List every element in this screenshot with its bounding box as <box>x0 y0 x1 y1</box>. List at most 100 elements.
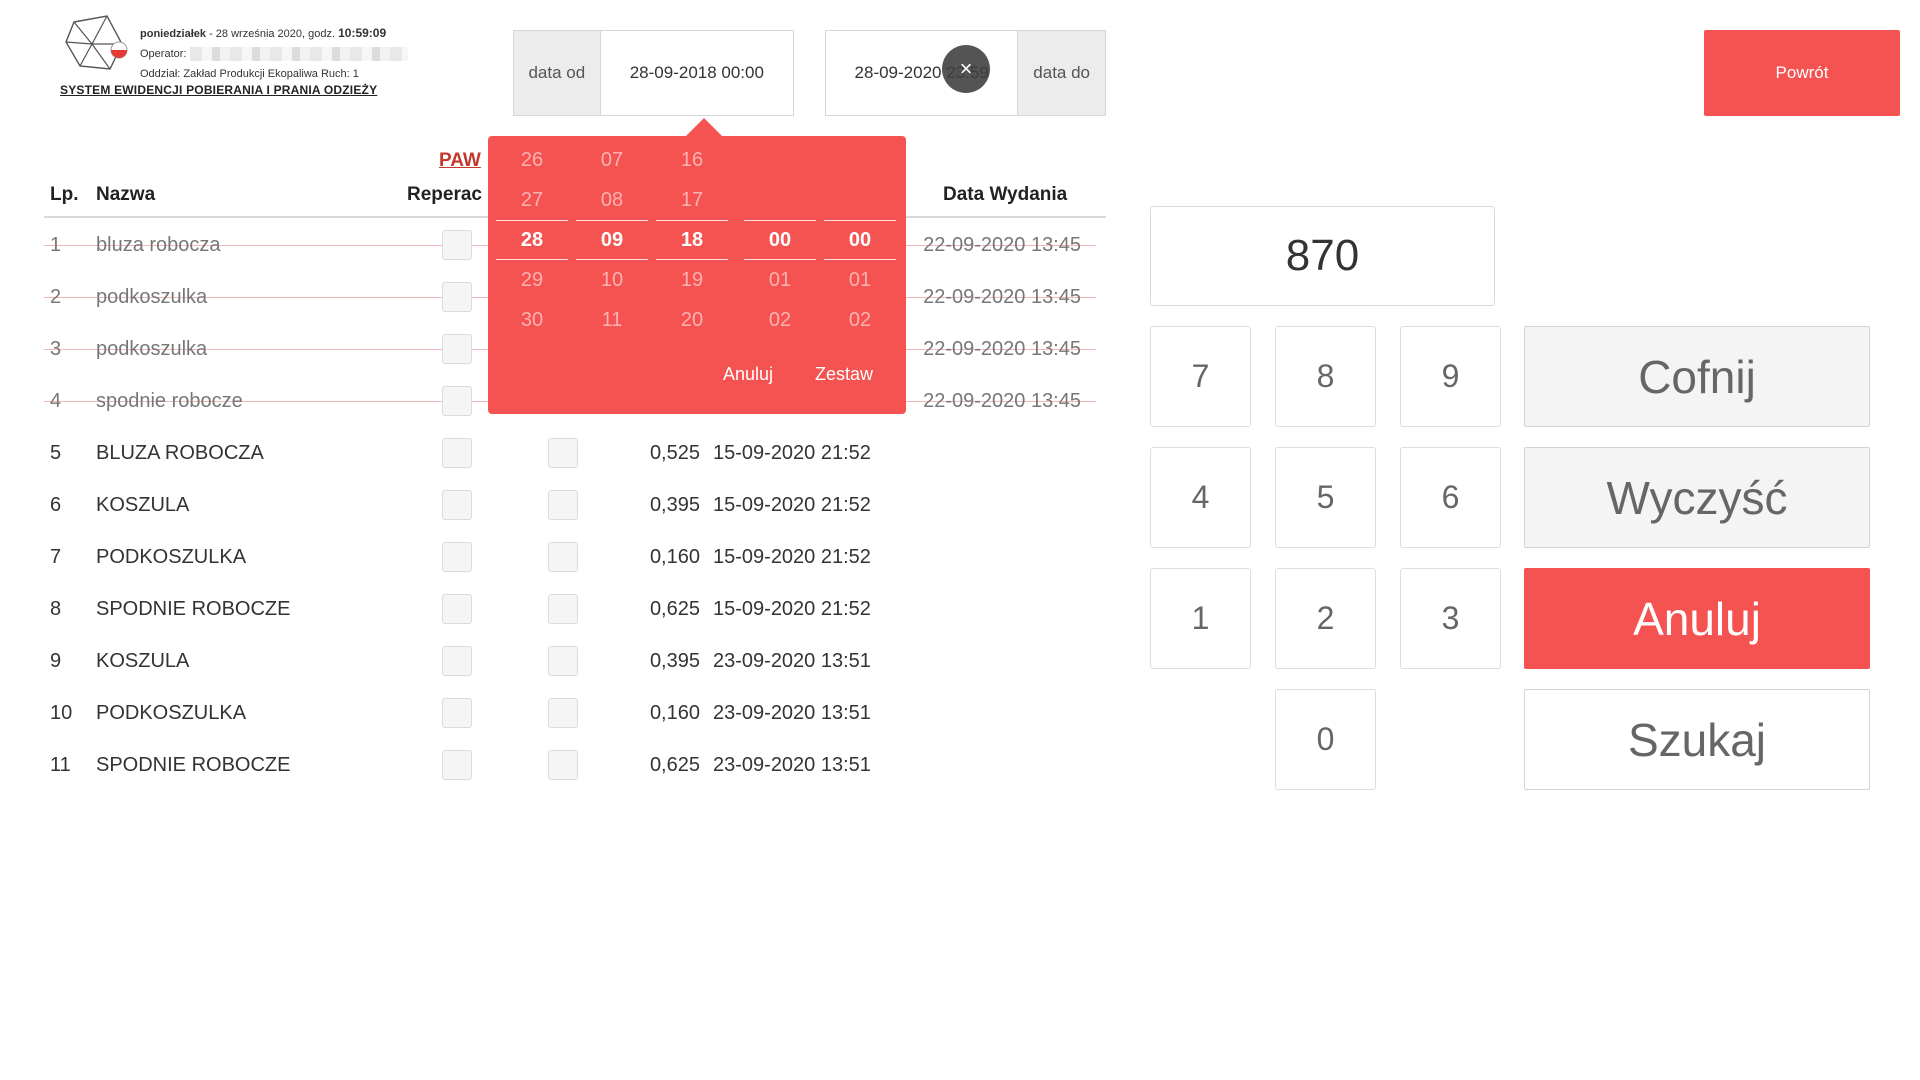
picker-minute-column[interactable]: 00 01 02 <box>824 140 896 340</box>
repair-checkbox[interactable] <box>442 386 472 416</box>
picker-hour-column[interactable]: 00 01 02 <box>744 140 816 340</box>
row-date: 23-09-2020 13:51 <box>713 753 871 776</box>
key-8[interactable]: 8 <box>1275 326 1376 427</box>
date-from-input[interactable]: 28-09-2018 00:00 <box>600 31 793 115</box>
return-checkbox[interactable] <box>548 542 578 572</box>
row-lp: 1 <box>50 233 62 256</box>
row-weight: 0,395 <box>649 649 700 672</box>
clear-button[interactable]: Wyczyść <box>1524 447 1870 548</box>
picker-option[interactable]: 27 <box>496 180 568 220</box>
return-checkbox[interactable] <box>548 750 578 780</box>
row-name: spodnie robocze <box>96 389 243 412</box>
date-picker-popup: 26 27 28 29 30 07 08 09 10 11 16 17 18 1… <box>488 136 906 414</box>
row-date: 22-09-2020 13:45 <box>923 285 1081 308</box>
table-row[interactable]: 11 SPODNIE ROBOCZE 0,625 23-09-2020 13:5… <box>0 739 1110 791</box>
row-lp: 4 <box>50 389 62 412</box>
key-3[interactable]: 3 <box>1400 568 1501 669</box>
return-checkbox[interactable] <box>548 646 578 676</box>
search-button[interactable]: Szukaj <box>1524 689 1870 790</box>
picker-option[interactable]: 02 <box>744 300 816 340</box>
return-checkbox[interactable] <box>548 490 578 520</box>
picker-option[interactable]: 19 <box>656 260 728 300</box>
date-from-label: data od <box>514 31 601 115</box>
repair-checkbox[interactable] <box>442 750 472 780</box>
picker-selected-option[interactable]: 09 <box>576 220 648 260</box>
clear-date-icon[interactable]: × <box>942 45 990 93</box>
operator-name-redacted <box>190 47 409 62</box>
row-lp: 5 <box>50 441 62 464</box>
repair-checkbox[interactable] <box>442 698 472 728</box>
table-row[interactable]: 5 BLUZA ROBOCZA 0,525 15-09-2020 21:52 <box>0 427 1110 479</box>
row-weight: 0,160 <box>649 545 700 568</box>
key-7[interactable]: 7 <box>1150 326 1251 427</box>
picker-option[interactable] <box>824 140 896 180</box>
row-lp: 7 <box>50 545 62 568</box>
row-lp: 6 <box>50 493 62 516</box>
picker-option[interactable]: 20 <box>656 300 728 340</box>
picker-selected-option[interactable]: 00 <box>744 220 816 260</box>
picker-option[interactable] <box>824 180 896 220</box>
key-6[interactable]: 6 <box>1400 447 1501 548</box>
key-5[interactable]: 5 <box>1275 447 1376 548</box>
repair-checkbox[interactable] <box>442 490 472 520</box>
key-9[interactable]: 9 <box>1400 326 1501 427</box>
picker-option[interactable]: 02 <box>824 300 896 340</box>
repair-checkbox[interactable] <box>442 542 472 572</box>
picker-option[interactable] <box>744 180 816 220</box>
picker-selected-option[interactable]: 00 <box>824 220 896 260</box>
picker-set-button[interactable]: Zestaw <box>815 364 873 385</box>
picker-option[interactable]: 30 <box>496 300 568 340</box>
picker-option[interactable]: 16 <box>656 140 728 180</box>
repair-checkbox[interactable] <box>442 282 472 312</box>
return-checkbox[interactable] <box>548 698 578 728</box>
table-row[interactable]: 7 PODKOSZULKA 0,160 15-09-2020 21:52 <box>0 531 1110 583</box>
picker-day-column[interactable]: 26 27 28 29 30 <box>496 140 568 340</box>
row-weight: 0,625 <box>649 597 700 620</box>
key-2[interactable]: 2 <box>1275 568 1376 669</box>
table-row[interactable]: 10 PODKOSZULKA 0,160 23-09-2020 13:51 <box>0 687 1110 739</box>
row-lp: 3 <box>50 337 62 360</box>
picker-cancel-button[interactable]: Anuluj <box>723 364 773 385</box>
picker-option[interactable]: 10 <box>576 260 648 300</box>
picker-option[interactable]: 01 <box>744 260 816 300</box>
picker-month-column[interactable]: 07 08 09 10 11 <box>576 140 648 340</box>
row-lp: 11 <box>50 753 71 776</box>
backspace-button[interactable]: Cofnij <box>1524 326 1870 427</box>
key-1[interactable]: 1 <box>1150 568 1251 669</box>
back-button[interactable]: Powrót <box>1704 30 1900 116</box>
row-name: PODKOSZULKA <box>96 545 247 568</box>
picker-option[interactable]: 26 <box>496 140 568 180</box>
key-4[interactable]: 4 <box>1150 447 1251 548</box>
row-date: 22-09-2020 13:45 <box>923 389 1081 412</box>
table-row[interactable]: 8 SPODNIE ROBOCZE 0,625 15-09-2020 21:52 <box>0 583 1110 635</box>
picker-option[interactable]: 07 <box>576 140 648 180</box>
repair-checkbox[interactable] <box>442 230 472 260</box>
repair-checkbox[interactable] <box>442 594 472 624</box>
repair-checkbox[interactable] <box>442 438 472 468</box>
picker-year-column[interactable]: 16 17 18 19 20 <box>656 140 728 340</box>
table-row[interactable]: 6 KOSZULA 0,395 15-09-2020 21:52 <box>0 479 1110 531</box>
return-checkbox[interactable] <box>548 438 578 468</box>
picker-selected-option[interactable]: 18 <box>656 220 728 260</box>
row-lp: 8 <box>50 597 62 620</box>
table-row[interactable]: 9 KOSZULA 0,395 23-09-2020 13:51 <box>0 635 1110 687</box>
picker-option[interactable]: 29 <box>496 260 568 300</box>
picker-option[interactable] <box>744 140 816 180</box>
keypad-display[interactable]: 870 <box>1150 206 1495 306</box>
row-name: podkoszulka <box>96 285 208 308</box>
row-date: 15-09-2020 21:52 <box>713 545 871 568</box>
cancel-button[interactable]: Anuluj <box>1524 568 1870 669</box>
key-0[interactable]: 0 <box>1275 689 1376 790</box>
repair-checkbox[interactable] <box>442 334 472 364</box>
picker-selected-option[interactable]: 28 <box>496 220 568 260</box>
picker-option[interactable]: 17 <box>656 180 728 220</box>
col-header-name: Nazwa <box>96 184 156 205</box>
picker-option[interactable]: 01 <box>824 260 896 300</box>
picker-option[interactable]: 11 <box>576 300 648 340</box>
row-date: 15-09-2020 21:52 <box>713 441 871 464</box>
row-name: SPODNIE ROBOCZE <box>96 597 291 620</box>
section-title: PAW <box>439 150 481 171</box>
picker-option[interactable]: 08 <box>576 180 648 220</box>
return-checkbox[interactable] <box>548 594 578 624</box>
repair-checkbox[interactable] <box>442 646 472 676</box>
